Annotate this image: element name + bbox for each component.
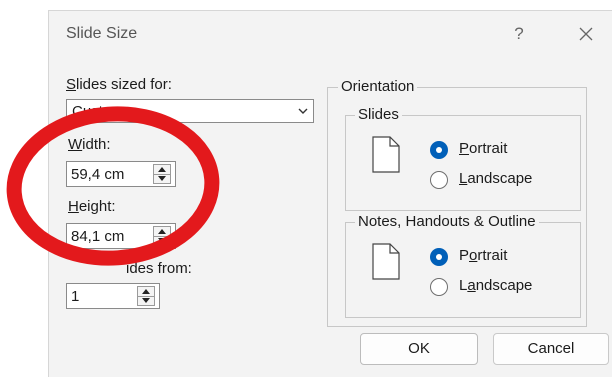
ok-button[interactable]: OK [360, 333, 478, 365]
background-window-area [0, 0, 48, 376]
close-button[interactable] [569, 21, 603, 47]
page-portrait-icon [372, 136, 400, 173]
notes-portrait-radio[interactable]: Portrait [430, 246, 560, 268]
height-label: Height: [68, 198, 116, 215]
number-slides-from-value: 1 [71, 288, 80, 305]
width-value: 59,4 cm [71, 166, 125, 183]
width-label: Width: [68, 136, 111, 153]
radio-unselected-icon [430, 171, 448, 189]
slides-landscape-radio[interactable]: Landscape [430, 169, 560, 191]
notes-orientation-label: Notes, Handouts & Outline [355, 213, 539, 230]
height-spin-buttons[interactable] [153, 226, 171, 246]
slides-landscape-label: Landscape [459, 170, 533, 187]
slides-sized-for-value: Custom [72, 103, 124, 120]
close-icon [579, 27, 593, 41]
width-spin-buttons[interactable] [153, 164, 171, 184]
notes-landscape-radio[interactable]: Landscape [430, 276, 560, 298]
slides-portrait-radio[interactable]: Portrait [430, 139, 560, 161]
radio-selected-icon [430, 248, 448, 266]
cancel-button[interactable]: Cancel [493, 333, 609, 365]
slide-size-dialog: Slide Size ? Slides sized for: Custom Wi… [48, 10, 612, 377]
notes-portrait-label: Portrait [459, 247, 508, 264]
dialog-title: Slide Size [66, 25, 138, 42]
slides-portrait-label: Portrait [459, 140, 508, 157]
notes-landscape-label: Landscape [459, 277, 533, 294]
radio-selected-icon [430, 141, 448, 159]
height-value: 84,1 cm [71, 228, 125, 245]
number-slides-from-label: ides from: [126, 260, 192, 277]
slides-orientation-label: Slides [355, 106, 402, 123]
spin-down-icon [142, 298, 150, 303]
radio-unselected-icon [430, 278, 448, 296]
number-slides-from-spinbox[interactable]: 1 [66, 283, 160, 309]
spin-down-icon [158, 176, 166, 181]
slides-sized-for-label: Slides sized for: [66, 76, 172, 93]
dropdown-chevron-icon [298, 108, 308, 114]
spin-down-icon [158, 238, 166, 243]
number-slides-spin-buttons[interactable] [137, 286, 155, 306]
slides-sized-for-select[interactable]: Custom [66, 99, 314, 123]
orientation-label: Orientation [338, 78, 418, 95]
spin-up-icon [158, 229, 166, 234]
width-spinbox[interactable]: 59,4 cm [66, 161, 176, 187]
spin-up-icon [142, 289, 150, 294]
height-spinbox[interactable]: 84,1 cm [66, 223, 176, 249]
help-button[interactable]: ? [504, 21, 534, 47]
spin-up-icon [158, 167, 166, 172]
page-portrait-icon [372, 243, 400, 280]
